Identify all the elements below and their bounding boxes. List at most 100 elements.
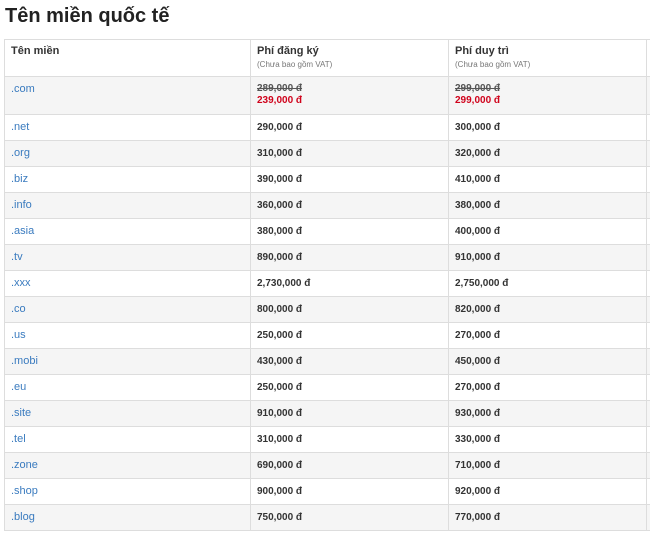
renew-price-cell: 410,000 đ: [448, 166, 647, 193]
renew-price: 930,000 đ: [455, 408, 501, 419]
domain-link[interactable]: .shop: [11, 485, 38, 497]
renew-price-cell: 930,000 đ: [448, 400, 647, 427]
renew-price: 270,000 đ: [455, 382, 501, 393]
domain-cell: .net: [4, 114, 251, 141]
renew-price: 710,000 đ: [455, 460, 501, 471]
row-edge: [646, 374, 650, 401]
renew-price-cell: 400,000 đ: [448, 218, 647, 245]
header-register: Phí đăng ký (Chưa bao gồm VAT): [250, 39, 449, 77]
renew-price-cell: 299,000 đ 299,000 đ: [448, 76, 647, 115]
domain-price-table: Tên miền Phí đăng ký (Chưa bao gồm VAT) …: [4, 39, 650, 531]
domain-cell: .asia: [4, 218, 251, 245]
renew-price: 320,000 đ: [455, 148, 501, 159]
renew-price: 330,000 đ: [455, 434, 501, 445]
row-edge: [646, 114, 650, 141]
domain-link[interactable]: .blog: [11, 511, 35, 523]
renew-price: 410,000 đ: [455, 174, 501, 185]
register-price: 910,000 đ: [257, 408, 303, 419]
register-price: 310,000 đ: [257, 148, 303, 159]
domain-link[interactable]: .net: [11, 121, 29, 133]
register-price-cell: 800,000 đ: [250, 296, 449, 323]
register-price-cell: 310,000 đ: [250, 140, 449, 167]
renew-price: 400,000 đ: [455, 226, 501, 237]
domain-cell: .com: [4, 76, 251, 115]
table-row: .shop 900,000 đ 920,000 đ: [4, 478, 650, 505]
register-price: 890,000 đ: [257, 252, 303, 263]
domain-link[interactable]: .co: [11, 303, 26, 315]
header-register-note: (Chưa bao gồm VAT): [257, 60, 333, 69]
table-row: .eu 250,000 đ 270,000 đ: [4, 374, 650, 401]
register-price-cell: 2,730,000 đ: [250, 270, 449, 297]
register-price: 250,000 đ: [257, 382, 303, 393]
header-renew: Phí duy trì (Chưa bao gồm VAT): [448, 39, 647, 77]
table-row-com: .com 289,000 đ 239,000 đ 299,000 đ 299,0…: [4, 76, 650, 115]
row-edge: [646, 76, 650, 115]
table-row: .us 250,000 đ 270,000 đ: [4, 322, 650, 349]
domain-link[interactable]: .tv: [11, 251, 23, 263]
page-title: Tên miền quốc tế: [5, 5, 170, 27]
header-renew-label: Phí duy trì: [455, 45, 509, 57]
domain-link[interactable]: .org: [11, 147, 30, 159]
register-price-cell: 690,000 đ: [250, 452, 449, 479]
domain-link[interactable]: .mobi: [11, 355, 38, 367]
register-price: 310,000 đ: [257, 434, 303, 445]
header-domain-label: Tên miền: [11, 45, 60, 57]
domain-link[interactable]: .tel: [11, 433, 26, 445]
domain-link-com[interactable]: .com: [11, 83, 35, 95]
row-edge: [646, 270, 650, 297]
domain-cell: .shop: [4, 478, 251, 505]
renew-price-cell: 2,750,000 đ: [448, 270, 647, 297]
header-renew-note: (Chưa bao gồm VAT): [455, 60, 531, 69]
register-price-cell: 310,000 đ: [250, 426, 449, 453]
register-price-cell: 430,000 đ: [250, 348, 449, 375]
register-price: 380,000 đ: [257, 226, 303, 237]
renew-price: 820,000 đ: [455, 304, 501, 315]
row-edge: [646, 140, 650, 167]
renew-price-cell: 450,000 đ: [448, 348, 647, 375]
row-edge: [646, 322, 650, 349]
renew-price: 2,750,000 đ: [455, 278, 509, 289]
row-edge: [646, 218, 650, 245]
table-row: .mobi 430,000 đ 450,000 đ: [4, 348, 650, 375]
register-price-cell: 900,000 đ: [250, 478, 449, 505]
table-row: .co 800,000 đ 820,000 đ: [4, 296, 650, 323]
domain-cell: .info: [4, 192, 251, 219]
register-price-cell: 910,000 đ: [250, 400, 449, 427]
row-edge: [646, 452, 650, 479]
domain-cell: .us: [4, 322, 251, 349]
register-price: 750,000 đ: [257, 512, 303, 523]
domain-link[interactable]: .info: [11, 199, 32, 211]
register-price-cell: 750,000 đ: [250, 504, 449, 531]
table-row: .site 910,000 đ 930,000 đ: [4, 400, 650, 427]
register-price: 360,000 đ: [257, 200, 303, 211]
domain-link[interactable]: .eu: [11, 381, 26, 393]
row-edge: [646, 426, 650, 453]
register-price: 800,000 đ: [257, 304, 303, 315]
renew-price-cell: 330,000 đ: [448, 426, 647, 453]
renew-price: 770,000 đ: [455, 512, 501, 523]
domain-cell: .tel: [4, 426, 251, 453]
table-row: .org 310,000 đ 320,000 đ: [4, 140, 650, 167]
domain-link[interactable]: .zone: [11, 459, 38, 471]
row-edge: [646, 348, 650, 375]
domain-link[interactable]: .asia: [11, 225, 34, 237]
renew-price-cell: 300,000 đ: [448, 114, 647, 141]
table-row: .xxx 2,730,000 đ 2,750,000 đ: [4, 270, 650, 297]
renew-price-cell: 820,000 đ: [448, 296, 647, 323]
domain-link[interactable]: .xxx: [11, 277, 31, 289]
row-edge: [646, 504, 650, 531]
domain-cell: .eu: [4, 374, 251, 401]
renew-price-cell: 920,000 đ: [448, 478, 647, 505]
table-row: .asia 380,000 đ 400,000 đ: [4, 218, 650, 245]
register-price-cell: 380,000 đ: [250, 218, 449, 245]
header-domain: Tên miền: [4, 39, 251, 77]
register-price-cell: 360,000 đ: [250, 192, 449, 219]
domain-cell: .co: [4, 296, 251, 323]
domain-link[interactable]: .us: [11, 329, 26, 341]
renew-price: 300,000 đ: [455, 122, 501, 133]
register-price: 690,000 đ: [257, 460, 303, 471]
row-edge: [646, 244, 650, 271]
domain-link[interactable]: .site: [11, 407, 31, 419]
renew-price: 380,000 đ: [455, 200, 501, 211]
domain-link[interactable]: .biz: [11, 173, 28, 185]
